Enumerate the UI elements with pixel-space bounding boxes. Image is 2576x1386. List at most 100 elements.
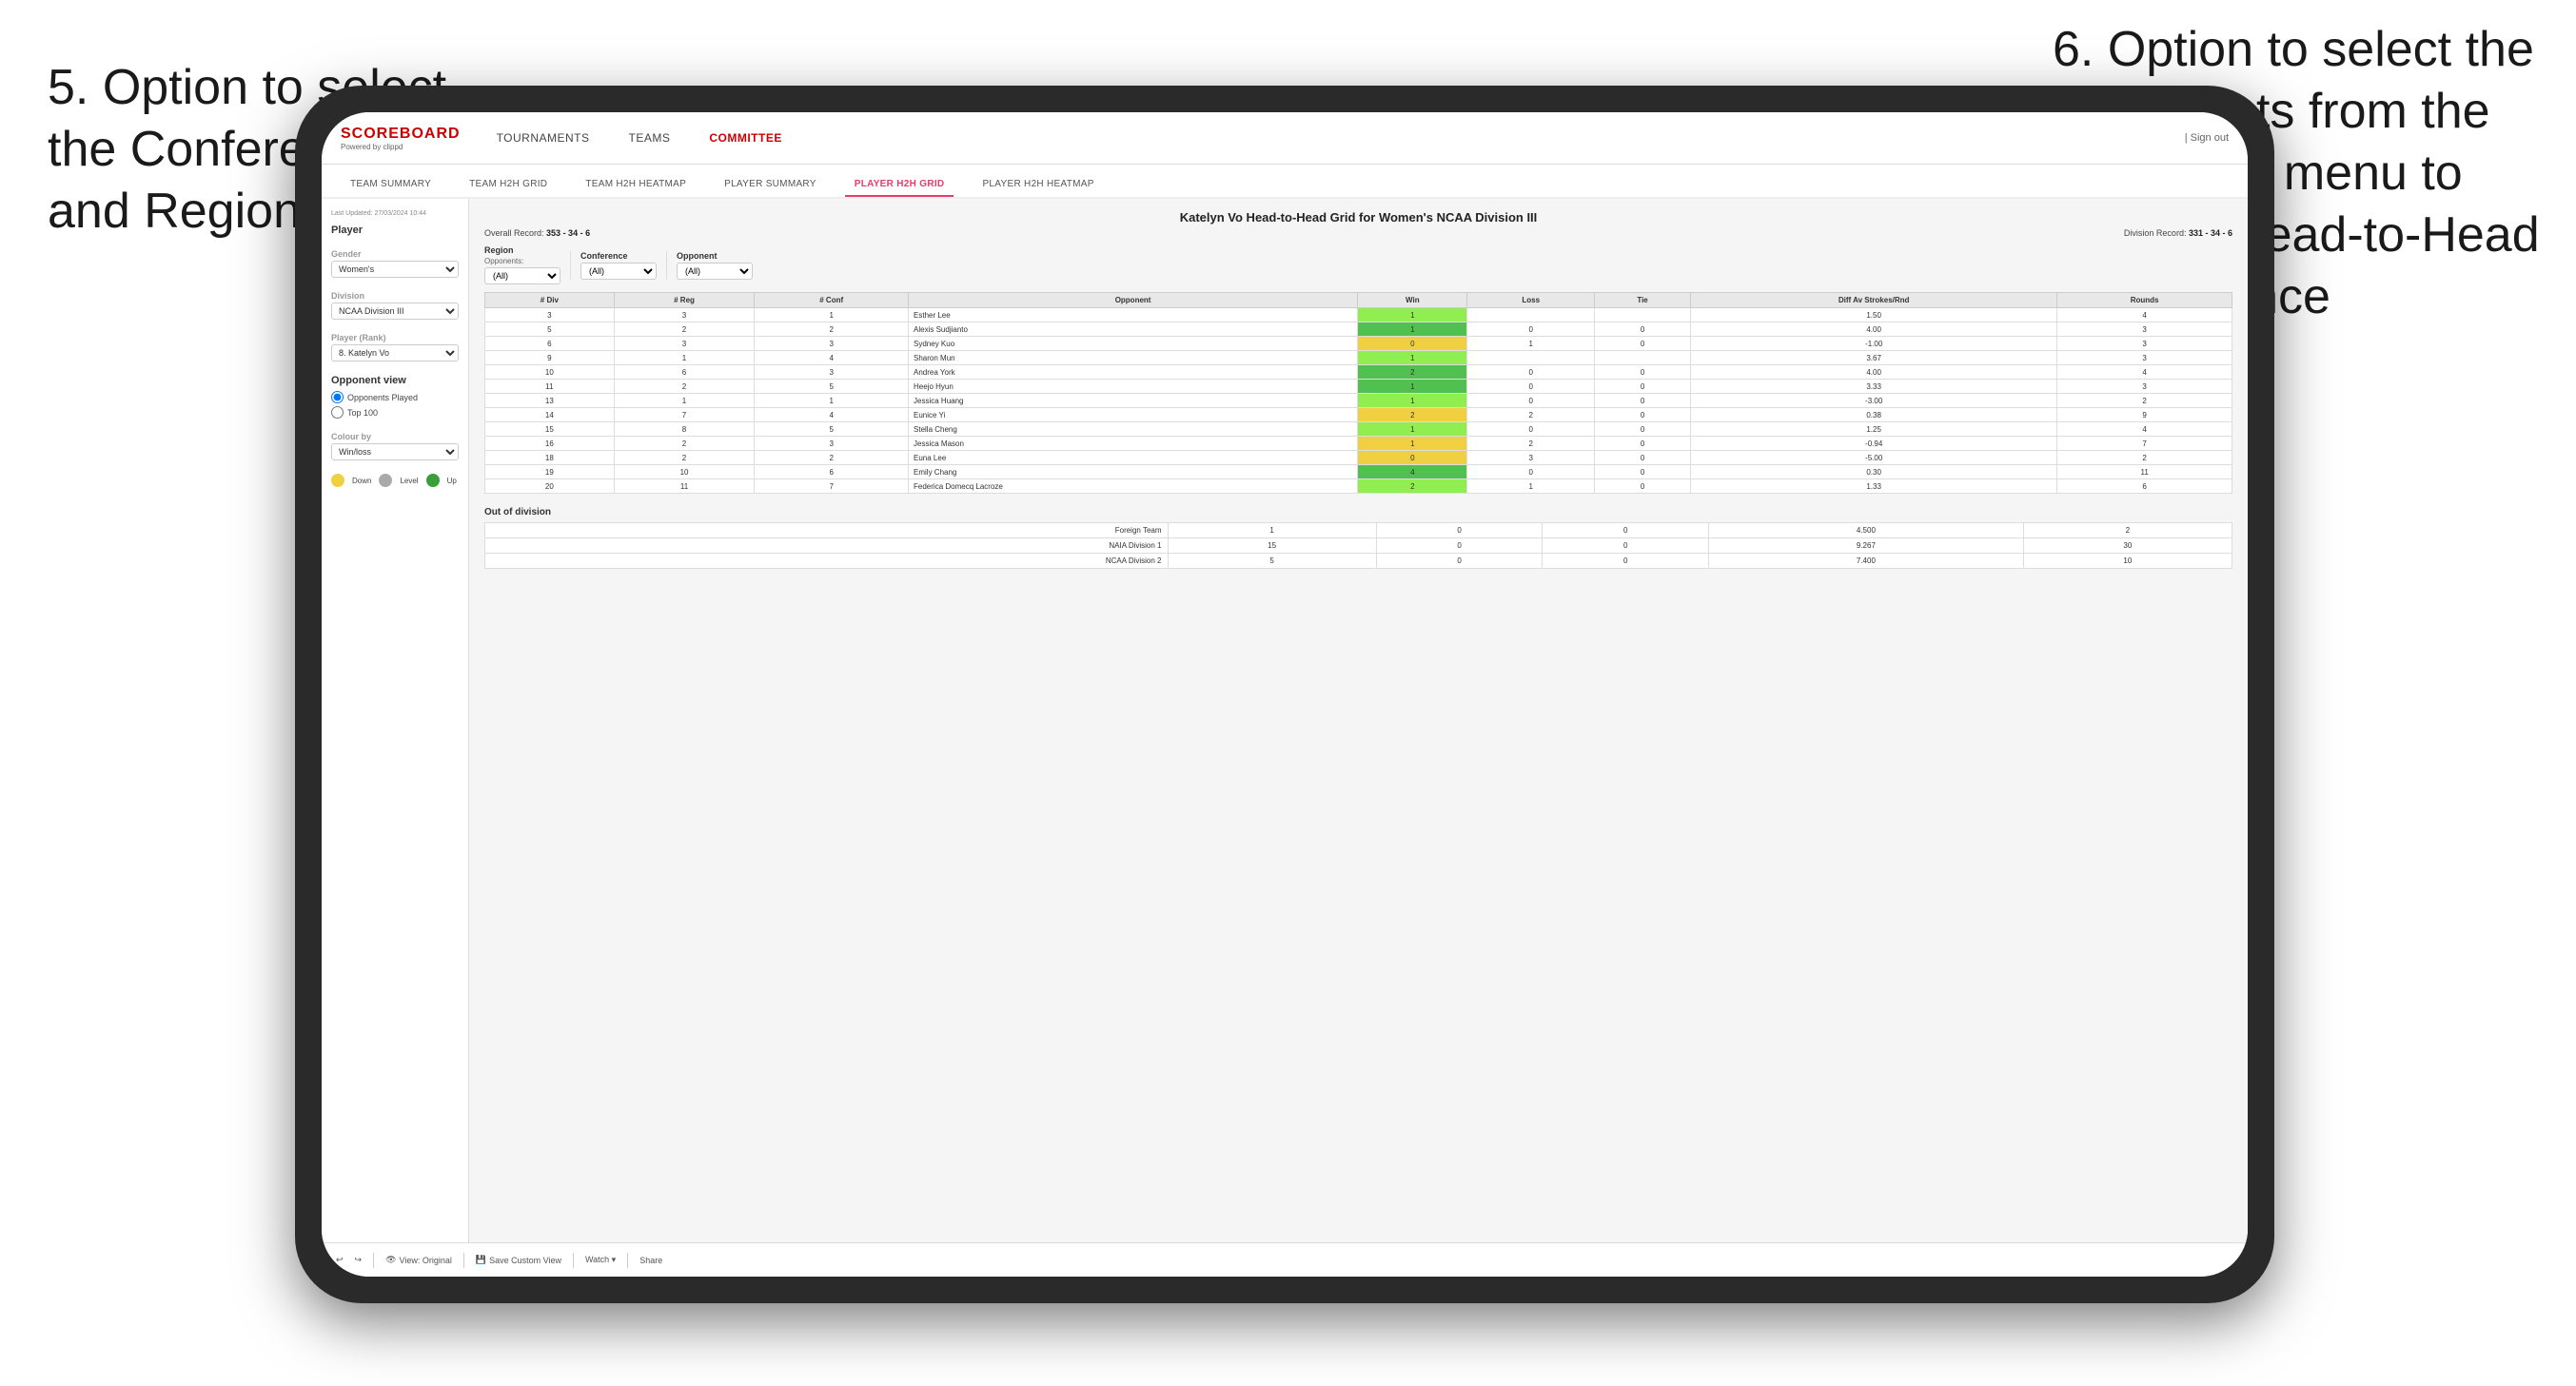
logo-title: SCOREBOARD bbox=[341, 126, 461, 143]
toolbar-sep-1 bbox=[373, 1253, 374, 1268]
player-rank-select[interactable]: 8. Katelyn Vo bbox=[331, 344, 459, 361]
filter-divider-1 bbox=[570, 251, 571, 280]
table-row: 1125Heejo Hyun1003.333 bbox=[485, 380, 2232, 394]
th-opponent: Opponent bbox=[909, 293, 1358, 308]
nav-item-committee[interactable]: COMMITTEE bbox=[701, 127, 790, 148]
region-filter-group: Region Opponents: (All) bbox=[484, 245, 560, 284]
toolbar-sep-2 bbox=[463, 1253, 464, 1268]
th-win: Win bbox=[1358, 293, 1467, 308]
redo-btn[interactable]: ↪ bbox=[355, 1255, 363, 1265]
conference-filter-label: Conference bbox=[580, 251, 657, 261]
out-table-row: NAIA Division 115009.26730 bbox=[485, 538, 2232, 554]
th-diff: Diff Av Strokes/Rnd bbox=[1691, 293, 2057, 308]
last-updated: Last Updated: 27/03/2024 10:44 bbox=[331, 210, 459, 217]
tablet-screen: SCOREBOARD Powered by clippd TOURNAMENTS… bbox=[322, 112, 2248, 1277]
opponent-filter-group: Opponent (All) bbox=[677, 251, 753, 280]
main-table-body: 331Esther Lee11.504522Alexis Sudjianto10… bbox=[485, 308, 2232, 494]
top-nav: SCOREBOARD Powered by clippd TOURNAMENTS… bbox=[322, 112, 2248, 165]
legend-level-label: Level bbox=[400, 477, 418, 485]
table-row: 1623Jessica Mason120-0.947 bbox=[485, 437, 2232, 451]
sub-nav-player-h2h-grid[interactable]: PLAYER H2H GRID bbox=[845, 173, 954, 197]
toolbar-sep-3 bbox=[573, 1253, 574, 1268]
th-div: # Div bbox=[485, 293, 615, 308]
th-loss: Loss bbox=[1467, 293, 1595, 308]
region-select[interactable]: (All) bbox=[484, 267, 560, 284]
sub-nav-player-summary[interactable]: PLAYER SUMMARY bbox=[715, 173, 826, 197]
gender-label: Gender bbox=[331, 249, 459, 259]
filter-row: Region Opponents: (All) Conference (All) bbox=[484, 245, 2232, 284]
th-tie: Tie bbox=[1595, 293, 1691, 308]
sub-nav-team-summary[interactable]: TEAM SUMMARY bbox=[341, 173, 441, 197]
opponent-select[interactable]: (All) bbox=[677, 263, 753, 280]
legend-level-circle bbox=[379, 474, 392, 487]
legend-down-circle bbox=[331, 474, 344, 487]
th-rounds: Rounds bbox=[2057, 293, 2232, 308]
nav-item-teams[interactable]: TEAMS bbox=[621, 127, 678, 148]
main-table: # Div # Reg # Conf Opponent Win Loss Tie… bbox=[484, 292, 2232, 494]
gender-select[interactable]: Women's bbox=[331, 261, 459, 278]
th-reg: # Reg bbox=[614, 293, 755, 308]
table-row: 914Sharon Mun13.673 bbox=[485, 351, 2232, 365]
table-row: 1311Jessica Huang100-3.002 bbox=[485, 394, 2232, 408]
sidebar-opponent-view-section: Opponent view Opponents Played Top 100 bbox=[331, 375, 459, 419]
opponent-filter-label: Opponent bbox=[677, 251, 753, 261]
opponent-played-option[interactable]: Opponents Played bbox=[331, 391, 459, 403]
out-table-body: Foreign Team1004.5002NAIA Division 11500… bbox=[485, 523, 2232, 569]
sub-nav-team-h2h-grid[interactable]: TEAM H2H GRID bbox=[460, 173, 557, 197]
report-records: Overall Record: 353 - 34 - 6 Division Re… bbox=[484, 228, 2232, 238]
colour-by-label: Colour by bbox=[331, 432, 459, 441]
region-label: Region bbox=[484, 245, 560, 255]
table-header-row: # Div # Reg # Conf Opponent Win Loss Tie… bbox=[485, 293, 2232, 308]
undo-btn[interactable]: ↩ bbox=[336, 1255, 344, 1265]
sidebar-division-section: Division NCAA Division III bbox=[331, 291, 459, 320]
sidebar-gender-section: Gender Women's bbox=[331, 249, 459, 278]
nav-items: TOURNAMENTS TEAMS COMMITTEE bbox=[489, 127, 2156, 148]
report-title: Katelyn Vo Head-to-Head Grid for Women's… bbox=[484, 210, 2232, 224]
out-table: Foreign Team1004.5002NAIA Division 11500… bbox=[484, 522, 2232, 569]
out-table-row: NCAA Division 25007.40010 bbox=[485, 554, 2232, 569]
out-of-division-title: Out of division bbox=[484, 507, 2232, 517]
sidebar-colour-section: Colour by Win/loss bbox=[331, 432, 459, 460]
content-panel: Katelyn Vo Head-to-Head Grid for Women's… bbox=[469, 199, 2248, 1242]
legend-up-circle bbox=[426, 474, 440, 487]
colour-by-select[interactable]: Win/loss bbox=[331, 443, 459, 460]
nav-item-tournaments[interactable]: TOURNAMENTS bbox=[489, 127, 598, 148]
share-btn[interactable]: Share bbox=[639, 1256, 662, 1265]
overall-record: Overall Record: 353 - 34 - 6 bbox=[484, 228, 590, 238]
filter-divider-2 bbox=[666, 251, 667, 280]
opponents-label: Opponents: bbox=[484, 257, 560, 265]
save-icon: 💾 bbox=[476, 1255, 486, 1265]
conference-select[interactable]: (All) bbox=[580, 263, 657, 280]
watch-btn[interactable]: Watch ▾ bbox=[585, 1255, 616, 1265]
sub-nav-team-h2h-heatmap[interactable]: TEAM H2H HEATMAP bbox=[576, 173, 696, 197]
view-icon: 👁 bbox=[385, 1255, 396, 1265]
tablet-shell: SCOREBOARD Powered by clippd TOURNAMENTS… bbox=[295, 86, 2274, 1303]
legend-down-label: Down bbox=[352, 477, 371, 485]
nav-sign-out[interactable]: | Sign out bbox=[2185, 132, 2229, 144]
view-original-btn[interactable]: 👁 View: Original bbox=[385, 1255, 452, 1265]
bottom-toolbar: ↩ ↪ 👁 View: Original 💾 Save Custom View … bbox=[322, 1242, 2248, 1277]
sub-nav-player-h2h-heatmap[interactable]: PLAYER H2H HEATMAP bbox=[973, 173, 1103, 197]
opponent-view-label: Opponent view bbox=[331, 375, 459, 386]
app-content: SCOREBOARD Powered by clippd TOURNAMENTS… bbox=[322, 112, 2248, 1277]
division-record: Division Record: 331 - 34 - 6 bbox=[2124, 228, 2232, 238]
save-custom-btn[interactable]: 💾 Save Custom View bbox=[476, 1255, 561, 1265]
conference-filter-group: Conference (All) bbox=[580, 251, 657, 280]
table-row: 331Esther Lee11.504 bbox=[485, 308, 2232, 322]
table-row: 19106Emily Chang4000.3011 bbox=[485, 465, 2232, 479]
legend: Down Level Up bbox=[331, 474, 459, 487]
sidebar: Last Updated: 27/03/2024 10:44 Player Ge… bbox=[322, 199, 469, 1242]
player-label: Player bbox=[331, 224, 459, 236]
out-of-division: Out of division Foreign Team1004.5002NAI… bbox=[484, 507, 2232, 569]
table-row: 633Sydney Kuo010-1.003 bbox=[485, 337, 2232, 351]
logo-sub: Powered by clippd bbox=[341, 143, 461, 151]
scoreboard-logo: SCOREBOARD Powered by clippd bbox=[341, 126, 461, 151]
table-row: 20117Federica Domecq Lacroze2101.336 bbox=[485, 479, 2232, 494]
sidebar-player-rank-section: Player (Rank) 8. Katelyn Vo bbox=[331, 333, 459, 361]
division-select[interactable]: NCAA Division III bbox=[331, 303, 459, 320]
player-rank-label: Player (Rank) bbox=[331, 333, 459, 342]
top-100-option[interactable]: Top 100 bbox=[331, 406, 459, 419]
table-row: 1474Eunice Yi2200.389 bbox=[485, 408, 2232, 422]
table-row: 1063Andrea York2004.004 bbox=[485, 365, 2232, 380]
legend-up-label: Up bbox=[447, 477, 457, 485]
